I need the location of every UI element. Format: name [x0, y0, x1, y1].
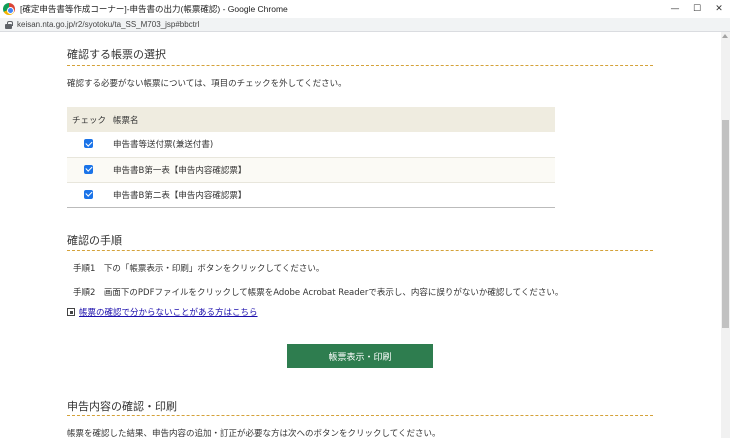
- next-section-description: 帳票を確認した結果、申告内容の追加・訂正が必要な方は次へのボタンをクリックしてく…: [67, 429, 441, 438]
- column-header-check: チェック: [67, 107, 113, 132]
- form-name: 申告書B第一表【申告内容確認票】: [113, 157, 555, 183]
- lock-icon: [5, 20, 13, 29]
- table-row: 申告書B第二表【申告内容確認票】: [67, 182, 555, 208]
- chrome-icon: [3, 3, 15, 15]
- table-row: 申告書等送付票(兼送付書): [67, 132, 555, 158]
- section-divider: [67, 415, 653, 416]
- table-row: 申告書B第一表【申告内容確認票】: [67, 157, 555, 183]
- help-link-text[interactable]: 帳票の確認で分からないことがある方はこちら: [79, 306, 258, 318]
- url-text[interactable]: keisan.nta.go.jp/r2/syotoku/ta_SS_M703_j…: [17, 20, 199, 29]
- form-checkbox[interactable]: [84, 139, 93, 149]
- address-bar[interactable]: keisan.nta.go.jp/r2/syotoku/ta_SS_M703_j…: [0, 18, 730, 32]
- forms-table: チェック 帳票名 申告書等送付票(兼送付書) 申告書B第一表【申告内容確認票】 …: [67, 107, 555, 208]
- help-link[interactable]: 帳票の確認で分からないことがある方はこちら: [67, 306, 258, 318]
- select-forms-heading: 確認する帳票の選択: [67, 48, 166, 61]
- confirm-steps-heading: 確認の手順: [67, 234, 122, 247]
- section-divider: [67, 250, 653, 251]
- form-checkbox[interactable]: [84, 164, 93, 174]
- scroll-up-arrow-icon[interactable]: [722, 34, 728, 38]
- form-checkbox[interactable]: [84, 189, 93, 199]
- page-scrollbar[interactable]: [721, 32, 730, 438]
- form-name: 申告書B第二表【申告内容確認票】: [113, 182, 555, 208]
- maximize-button[interactable]: ☐: [686, 0, 708, 18]
- close-button[interactable]: ✕: [708, 0, 730, 18]
- form-name: 申告書等送付票(兼送付書): [113, 132, 555, 158]
- section-divider: [67, 65, 653, 66]
- next-section-heading: 申告内容の確認・印刷: [67, 400, 177, 413]
- window-titlebar: [確定申告書等作成コーナー]-申告書の出力(帳票確認) - Google Chr…: [0, 0, 730, 18]
- window-title: [確定申告書等作成コーナー]-申告書の出力(帳票確認) - Google Chr…: [20, 4, 288, 14]
- step-2-text: 手順2 画面下のPDFファイルをクリックして帳票をAdobe Acrobat R…: [73, 288, 564, 298]
- print-forms-button[interactable]: 帳票表示・印刷: [287, 344, 433, 368]
- column-header-form-name: 帳票名: [113, 107, 555, 132]
- step-1-text: 手順1 下の「帳票表示・印刷」ボタンをクリックしてください。: [73, 264, 325, 274]
- external-link-icon: [67, 308, 75, 316]
- page-content: 確認する帳票の選択 確認する必要がない帳票については、項目のチェックを外してくだ…: [0, 32, 721, 438]
- select-forms-description: 確認する必要がない帳票については、項目のチェックを外してください。: [67, 79, 347, 89]
- minimize-button[interactable]: —: [664, 0, 686, 18]
- scrollbar-thumb[interactable]: [722, 120, 729, 328]
- window-controls: — ☐ ✕: [664, 0, 730, 18]
